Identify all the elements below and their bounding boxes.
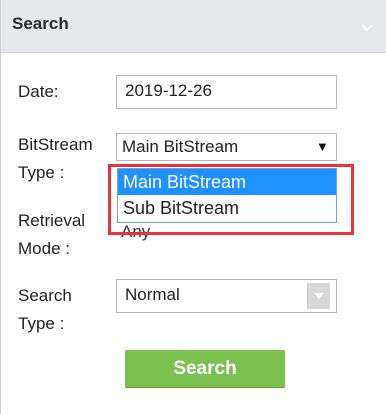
date-field[interactable]: 2019-12-26 [116,75,337,109]
search-type-select[interactable]: Normal [116,279,337,313]
bitstream-type-label-line1: BitStream [18,135,93,154]
retrieval-mode-label-line1: Retrieval [18,211,86,230]
search-type-label-line2: Type : [18,314,65,333]
caret-down-icon: ▼ [316,139,329,154]
search-type-label-line1: Search [18,286,72,305]
bitstream-type-selected: Main BitStream [122,137,239,156]
bitstream-type-label-line2: Type : [18,163,65,182]
bitstream-type-select[interactable]: Main BitStream ▼ [116,133,337,161]
chevron-down-icon [314,293,324,299]
search-type-selected: Normal [125,285,180,304]
panel-header[interactable]: Search [1,0,386,53]
search-button[interactable]: Search [125,350,285,388]
chevron-down-icon[interactable] [361,24,373,32]
panel-title: Search [12,14,69,33]
search-panel: Search Date: 2019-12-26 BitStream Type :… [0,0,386,414]
date-label: Date: [18,82,59,101]
highlight-box [108,164,354,235]
search-type-dropdown-button[interactable] [307,283,330,309]
retrieval-mode-label-line2: Mode : [18,239,70,258]
